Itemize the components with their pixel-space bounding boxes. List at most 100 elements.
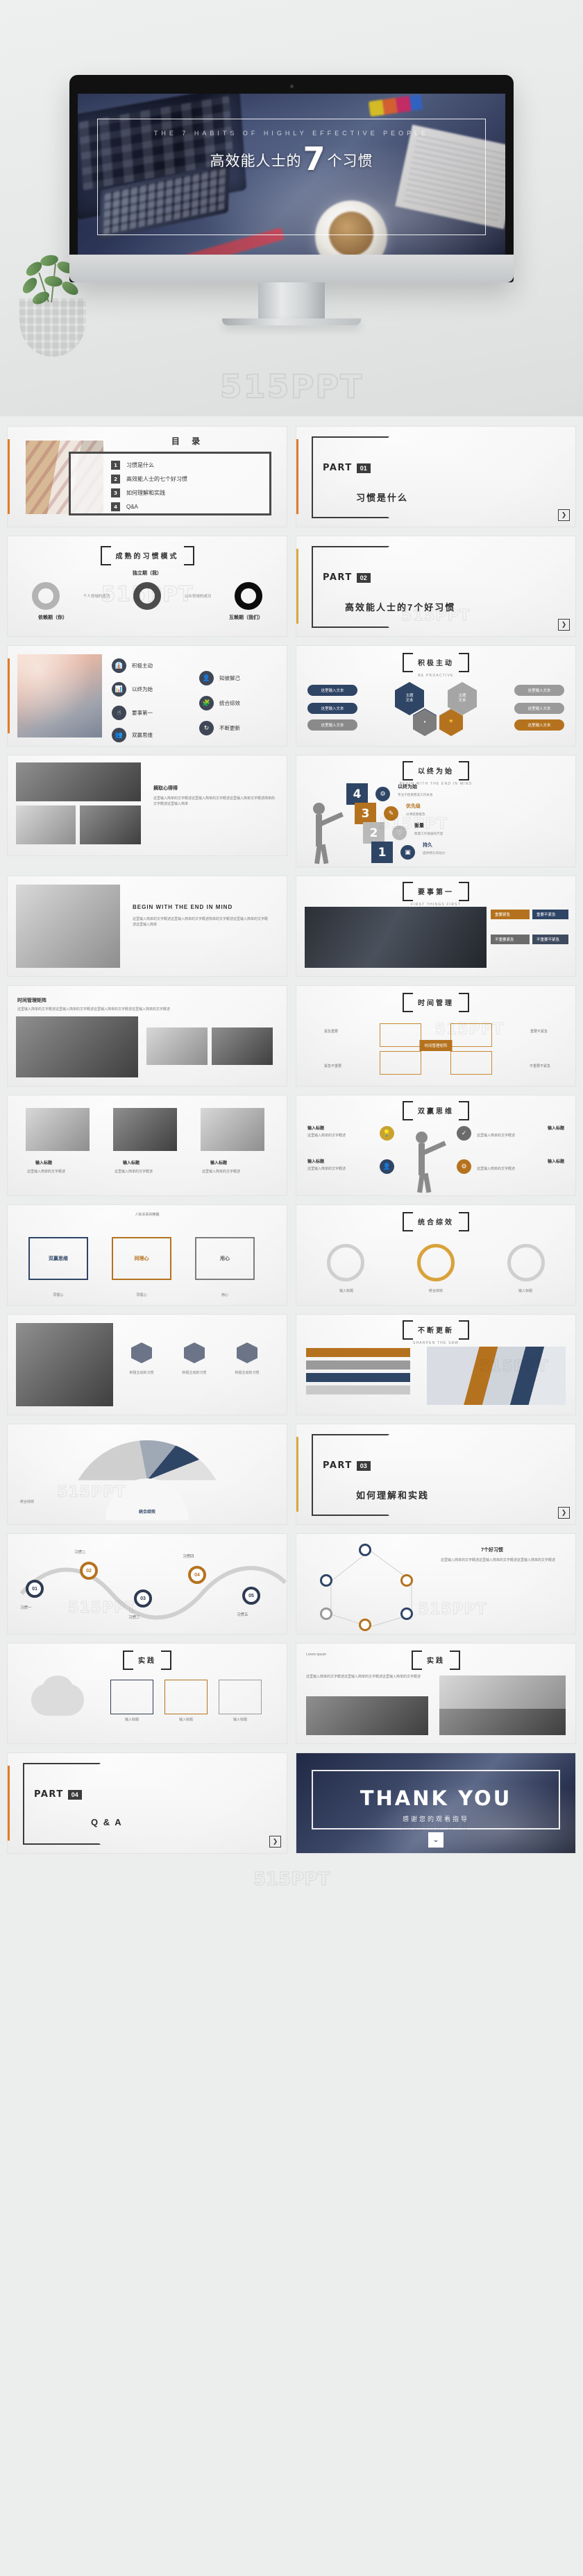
slide-thumb-practice-photos[interactable]: 实践 Lorem ipsum 这里输入简单的文字概述这里输入简单的文字概述这里输…: [296, 1643, 576, 1744]
toc-label: 习惯是什么: [126, 462, 154, 468]
slide-thumb-part3[interactable]: PART 03 如何理解和实践 ❯: [296, 1424, 576, 1525]
hex-pill-label: 这里输入文本: [307, 703, 357, 714]
part-number: 03: [356, 1460, 371, 1471]
habit-label: 要事第一: [132, 710, 153, 716]
thankyou-subtitle: 感谢您的观看指导: [402, 1816, 469, 1823]
slide-thumb-time-matrix[interactable]: 时间管理 紧急重要 重要不紧急 紧急不重要 不重要不紧急 时间管理矩阵 515P…: [296, 985, 576, 1086]
slide-thumb-seven-habits-radial[interactable]: 7个好习惯 这里输入简单的文字概述这里输入简单的文字概述这里输入简单的文字概述 …: [296, 1533, 576, 1635]
slide-thumb-half-donut[interactable]: 统合综效 统合综效 515PPT: [7, 1424, 287, 1525]
list-item[interactable]: 👔 积极主动: [112, 658, 153, 673]
footer-watermark: 515PPT: [253, 1868, 330, 1890]
item-title: 输入标题: [547, 1127, 564, 1131]
accent-bar: [8, 1766, 10, 1841]
timeline-node[interactable]: 05: [242, 1587, 260, 1605]
part-number: 04: [67, 1789, 82, 1800]
item-label: 输入标题: [124, 1718, 139, 1722]
list-item[interactable]: 👤 知彼解己: [199, 671, 240, 685]
next-arrow-icon[interactable]: ❯: [558, 1507, 570, 1519]
slide-heading: 不断更新: [418, 1327, 454, 1335]
icon-label: 积极主动的习惯: [235, 1371, 260, 1375]
timeline-label: 习惯二: [74, 1551, 86, 1555]
radial-node[interactable]: [320, 1574, 332, 1587]
list-item[interactable]: 📊 以终为始: [112, 682, 153, 697]
next-arrow-icon[interactable]: ❯: [558, 619, 570, 631]
chart-icon: 📊: [112, 682, 126, 697]
radial-node[interactable]: [320, 1607, 332, 1620]
radial-node[interactable]: [400, 1607, 413, 1620]
part-number: 01: [356, 463, 371, 473]
slide-thumb-renew-bars[interactable]: 不断更新 SHARPEN THE SAW 515PPT: [296, 1314, 576, 1415]
timeline-node[interactable]: 03: [134, 1589, 152, 1607]
slide-thumb-toc[interactable]: 目 录 1 习惯是什么 2 高效能人士的七个好习惯 3 如何理解和实践 4 Q&…: [7, 426, 287, 527]
slide-heading: 以终为始: [418, 768, 454, 776]
slide-thumb-three-cards[interactable]: 输入标题 输入标题 输入标题 这里输入简单的文字概述 这里输入简单的文字概述 这…: [7, 1095, 287, 1196]
timeline-node[interactable]: 04: [188, 1566, 206, 1584]
timeline-label: 习惯三: [128, 1616, 140, 1620]
slide-thumb-be-proactive[interactable]: 积极主动 BE PROACTIVE 这里输入文本 这里输入文本 这里输入文本 这…: [296, 645, 576, 747]
radial-node[interactable]: [359, 1544, 371, 1556]
list-item[interactable]: 🧩 统合综效: [199, 696, 240, 710]
slide-thumb-quadrant-story[interactable]: 时间管理矩阵 这里输入简单的文字概述这里输入简单的文字概述这里输入简单的文字概述…: [7, 985, 287, 1086]
slide-thumb-photo-grid-bw[interactable]: 摘取心得得 这里输入简单的文字概述这里输入简单的文字概述这里输入简单文字概述简单…: [7, 755, 287, 856]
slide-thumb-three-blocks[interactable]: 人际关系的精髓 双赢思维 同理心 用心 同理心 同理心 用心: [7, 1204, 287, 1306]
step-desc: 提供持久的动力: [423, 851, 446, 855]
icon-label: 积极主动的习惯: [182, 1371, 207, 1375]
slide-heading: 时间管理矩阵: [17, 998, 47, 1003]
slide-thumb-seven-habits-list[interactable]: 👔 积极主动 📊 以终为始 ☝ 要事第一 👥 双赢思维 👤 知彼解己 🧩 统合综…: [7, 645, 287, 747]
slide-thumb-part2[interactable]: PART 02 高效能人士的7个好习惯 ❯ 515PPT: [296, 536, 576, 637]
quad-label: 重要不紧急: [532, 910, 568, 919]
ring-independent: [133, 582, 161, 610]
slide-thumb-first-things-first[interactable]: 要事第一 FIRST THINGS FIRST 重要紧急 重要不紧急 不重要紧急…: [296, 876, 576, 977]
quad-label: 不重要不紧急: [532, 935, 568, 944]
slide-thumb-win-win[interactable]: 双赢思维 💡 👤 ✓ ⚙ 输入标题 这里输入简单的文字概述 输入标题 这里输入简…: [296, 1095, 576, 1196]
slide-heading-en: BEGIN WITH THE END IN MIND: [399, 782, 473, 786]
chevron-down-icon[interactable]: ⌄: [428, 1832, 443, 1848]
slide-thumb-part1[interactable]: PART 01 习惯是什么 ❯: [296, 426, 576, 527]
slide-thumb-habit-mode[interactable]: 成熟的习惯模式 独立期（我） 个人领域的成功 公众领域的成功 依赖期（你） 互赖…: [7, 536, 287, 637]
clock-icon: [327, 1244, 364, 1281]
step-number: 2: [363, 822, 385, 844]
caption-title: 摘取心得得: [153, 786, 178, 791]
bulb-icon: 💡: [380, 1126, 394, 1141]
pencil-icon: ✎: [384, 806, 398, 821]
part-word: PART: [34, 1789, 64, 1800]
slide-thumb-part4[interactable]: PART 04 Q & A ❯: [7, 1752, 287, 1854]
list-item[interactable]: 👥 双赢思维: [112, 728, 153, 742]
list-item[interactable]: 3 如何理解和实践: [111, 488, 269, 497]
card-sub: 这里输入简单的文字概述: [115, 1170, 153, 1174]
next-arrow-icon[interactable]: ❯: [269, 1836, 281, 1848]
caption-body: 这里输入简单的文字概述这里输入简单的文字概述这里输入简单文字概述简单的文字概述这…: [153, 796, 276, 807]
hand-icon: ☝: [112, 706, 126, 720]
clock-icon: [417, 1244, 455, 1281]
cover-title-suffix: 个习惯: [327, 153, 373, 169]
list-item[interactable]: ☝ 要事第一: [112, 706, 153, 720]
list-item[interactable]: 2 高效能人士的七个好习惯: [111, 475, 269, 484]
slide-thumb-synergy-clocks[interactable]: 统合综效 输入标题 统合综效 输入标题: [296, 1204, 576, 1306]
slide-thumb-begin-with-end-dark[interactable]: BEGIN WITH THE END IN MIND 这里输入简单的文字概述这里…: [7, 876, 287, 977]
person-icon: 👤: [380, 1159, 394, 1174]
accent-bar: [8, 658, 10, 733]
list-item[interactable]: 1 习惯是什么: [111, 461, 269, 470]
slide-thumb-photo-three-icons[interactable]: 积极主动的习惯 积极主动的习惯 积极主动的习惯: [7, 1314, 287, 1415]
habit-label: 积极主动: [132, 663, 153, 669]
slide-thumb-begin-with-end[interactable]: 以终为始 BEGIN WITH THE END IN MIND 4 ⚙ 以终为始…: [296, 755, 576, 867]
next-arrow-icon[interactable]: ❯: [558, 509, 570, 521]
timeline-node[interactable]: 01: [26, 1580, 44, 1598]
slide-thumb-thankyou[interactable]: THANK YOU 感谢您的观看指导 ⌄ 515PPT: [296, 1752, 576, 1854]
radial-node[interactable]: [400, 1574, 413, 1587]
part-subtitle: 习惯是什么: [356, 493, 409, 503]
clock-icon: [507, 1244, 545, 1281]
slide-thumb-s-timeline[interactable]: 01 02 03 04 05 习惯一 习惯二 习惯三 习惯四 习惯五 515PP…: [7, 1533, 287, 1635]
list-item[interactable]: ↻ 不断更新: [199, 721, 240, 735]
radial-node[interactable]: [359, 1619, 371, 1631]
timeline-label: 习惯四: [183, 1555, 194, 1559]
icon-label: 积极主动的习惯: [129, 1371, 154, 1375]
hex-node[interactable]: 主题 文本: [395, 682, 424, 715]
matrix-label: 不重要不紧急: [529, 1064, 550, 1068]
timeline-node[interactable]: 02: [80, 1562, 98, 1580]
slide-heading: 统合综效: [418, 1219, 454, 1227]
part-number: 02: [356, 572, 371, 583]
slide-thumb-practice-cloud[interactable]: 实践 输入标题 输入标题 输入标题: [7, 1643, 287, 1744]
list-item[interactable]: 4 Q&A: [111, 502, 269, 511]
part-subtitle: 高效能人士的7个好习惯: [345, 602, 456, 613]
